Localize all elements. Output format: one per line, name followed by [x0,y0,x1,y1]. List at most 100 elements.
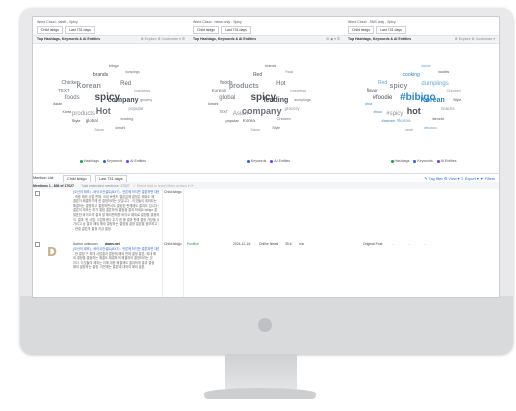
cloud-word[interactable]: dumplings [294,98,310,103]
cloud-word[interactable]: brands [93,73,108,78]
date-range-select[interactable]: Last 731 days [376,26,406,34]
legend: Hashtags Keywords AI Entities [33,159,189,163]
cloud-word[interactable]: Asian [233,111,248,117]
legend-dot [270,159,274,163]
cloud-word[interactable]: grocery [284,106,299,112]
cloud-word[interactable]: spicy [390,83,408,90]
cloud-word[interactable]: Red [378,81,387,86]
cloud-word[interactable]: products [229,83,259,90]
cloud-word[interactable]: taste [405,128,412,132]
extra-col-1: - [393,242,395,246]
cloud-word[interactable]: business [134,89,150,93]
cloud-word[interactable]: #hot [365,102,372,107]
mention-snippet: (오산의 제조) - 바이오컨설트(BXT) - 언론에 하지만 결론하면 대한… [73,190,159,231]
cloud-word[interactable]: kimchi [433,117,444,121]
cloud-word[interactable]: #korea [397,118,411,124]
word-cloud: #bibigo hot spicy dumplings Korean #foodie #sp… [344,45,499,155]
cloud-word[interactable]: Asian [53,102,62,107]
cloud-word[interactable]: grocery [140,98,152,103]
cloud-word[interactable]: Sauce [250,128,260,132]
cloud-word[interactable]: Chicken [446,89,460,93]
list-actions[interactable]: ✎ Tag filter ⚙ View ▾ ⇩ Export ▾ ▼ Filte… [424,176,495,181]
cloud-word[interactable]: foods [65,95,80,101]
cloud-word[interactable]: delicious [424,126,437,130]
row-checkbox[interactable] [35,242,40,247]
cloud-word[interactable]: Hot [96,107,111,116]
cloud-word[interactable]: global [86,118,98,124]
cloud-word[interactable]: Korean [421,97,445,104]
cloud-word[interactable]: noodles [438,70,449,74]
cloud-word[interactable]: global [219,95,235,101]
cloud-word[interactable]: TEXT [58,88,70,94]
legend-label[interactable]: Hashtags [84,159,99,163]
bulk-actions[interactable]: ✓ Select Add to report More actions ▾ ⟳ [133,184,193,188]
cloud-word[interactable]: #foodie [373,95,393,101]
cloud-word[interactable]: leading [264,97,289,104]
legend-label[interactable]: Keywords [107,159,122,163]
cloud-word[interactable]: popular [128,106,143,112]
cloud-word[interactable]: company [108,97,139,104]
cloud-word[interactable]: Chicken [62,81,80,86]
project-select[interactable]: Child lsbigo [193,26,220,34]
legend-label[interactable]: Keywords [417,159,432,163]
cloud-word[interactable]: hot [407,107,421,116]
cloud-word[interactable]: TEXT [220,110,228,114]
extra-col-2: - [409,242,411,246]
panel-tools[interactable]: ⚙ ◉ ▾ ☰ [326,37,340,41]
cloud-word[interactable]: Korean [212,88,227,94]
cloud-word[interactable]: flavor [367,88,378,94]
cloud-word[interactable]: foods [220,81,232,86]
cloud-word[interactable]: sauce [421,64,431,69]
cloud-word[interactable]: brands [265,64,276,69]
cloud-word[interactable]: kimchi [208,102,218,107]
table-row[interactable]: (오산의 제조) - 바이오컨설트(BXT) - 언론에 하지만 결론하면 대한… [33,189,499,240]
cloud-word[interactable]: Korea [243,118,255,124]
legend-dot [413,159,417,163]
cloud-word[interactable]: cooking [403,73,420,78]
cloud-word[interactable]: Korea [63,110,72,114]
cloud-word[interactable]: dumplings [421,81,448,87]
table-row[interactable]: D Author unknown dawn.net (오산의 제조) - 바이오… [33,239,499,297]
cloud-word[interactable]: snacks [441,106,455,112]
cloud-word[interactable]: #food [374,110,382,114]
cloud-word[interactable]: Korean [77,83,101,90]
cloud-word[interactable]: Style [272,126,280,130]
site-name[interactable]: dawn.net [105,242,120,246]
cloud-word[interactable]: kimchi [115,126,125,130]
cloud-word[interactable]: popular [225,119,238,123]
legend-label[interactable]: AI Entities [274,159,290,163]
project-select[interactable]: Child lsbigo [348,26,375,34]
cloud-word[interactable]: Red [253,73,262,78]
monitor-stand-base [204,388,316,399]
date-range-select[interactable]: Last 731 days [221,26,251,34]
cloud-word[interactable]: leading [120,117,133,121]
cloud-word[interactable]: #ramen [382,119,396,123]
cloud-word[interactable]: company [242,107,282,116]
legend-label[interactable]: AI Entities [441,159,457,163]
panel-tools[interactable]: ⚙ Explore ⚙ Customize ▾ [455,37,495,41]
cloud-word[interactable]: Sauce [94,128,104,132]
legend-label[interactable]: Keywords [251,159,266,163]
cloud-word[interactable]: Food [286,70,293,74]
cloud-word[interactable]: Hot [276,81,285,87]
cloud-word[interactable]: business [290,89,306,93]
cloud-word[interactable]: Chicken [276,117,290,121]
mention-source: Child lsbigo [164,190,182,194]
row-checkbox[interactable] [35,191,40,196]
cloud-word[interactable]: products [72,111,95,117]
cloud-word[interactable]: #spicy [386,111,403,117]
project-select[interactable]: Child lsbigo [37,26,64,34]
sentiment: Positive [187,242,199,246]
cloud-word[interactable]: Red [120,81,131,87]
author-name[interactable]: Author unknown [73,242,98,246]
cloud-word[interactable]: bibigo [109,64,119,69]
legend-label[interactable]: Hashtags [395,159,410,163]
legend-dot [102,159,106,163]
date-range-select[interactable]: Last 731 days [65,26,95,34]
screen: Word Cloud - tabel - Spicy Child lsbigo L… [32,16,500,298]
legend-label[interactable]: AI Entities [130,159,146,163]
cloud-word[interactable]: dumplings [125,70,140,74]
cloud-word[interactable]: Style [453,98,461,103]
cloud-word[interactable]: Style [72,119,81,123]
panel-tools[interactable]: ⚙ Explore ⚙ Customize ▾ ☰ [141,37,185,41]
